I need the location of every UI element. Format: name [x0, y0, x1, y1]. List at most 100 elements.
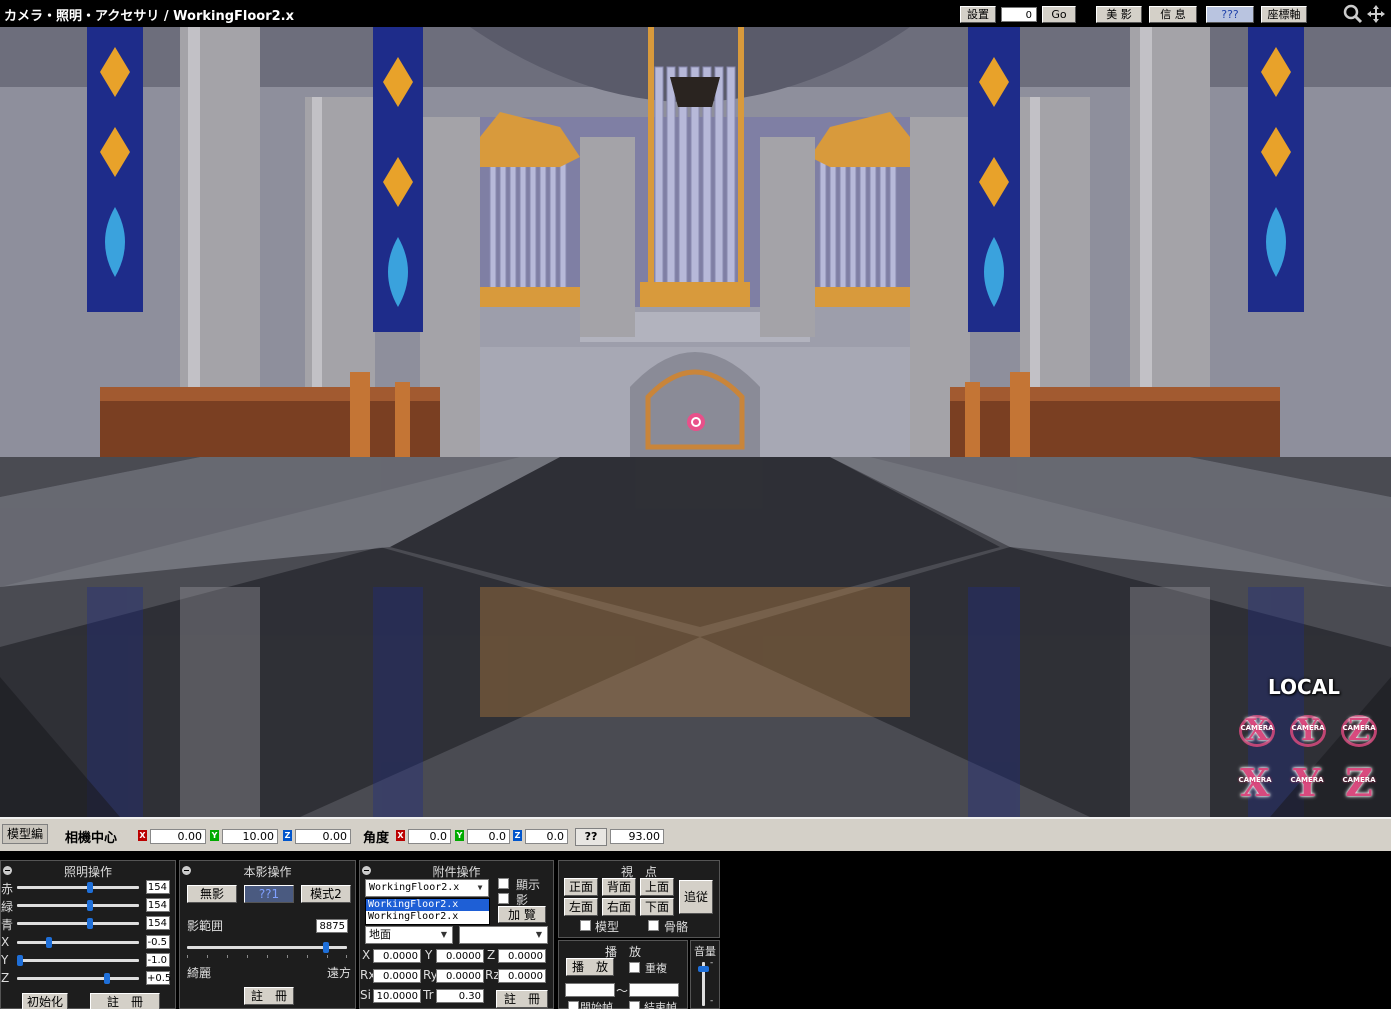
accessory-select[interactable]: WorkingFloor2.x ▼: [365, 879, 489, 897]
chevron-down-icon: ▼: [440, 930, 448, 939]
light-row-label: X: [1, 934, 10, 949]
center-z-input[interactable]: 0.00: [295, 829, 351, 844]
light-row-label: 青: [1, 918, 14, 933]
parent-select[interactable]: 地面 ▼: [365, 926, 453, 944]
x-axis-badge: X: [138, 830, 147, 841]
3d-viewport[interactable]: LOCAL X CAMERA Y CAMERA Z CAMERA X CAMER…: [0, 27, 1391, 817]
light-slider-thumb[interactable]: [86, 882, 93, 893]
light-value-input[interactable]: 154: [146, 916, 170, 931]
light-slider-thumb[interactable]: [46, 936, 52, 948]
camera-rotate-y-gizmo[interactable]: Y CAMERA: [1286, 711, 1330, 751]
play-button[interactable]: 播 放: [566, 958, 614, 976]
light-slider-track[interactable]: [17, 886, 139, 889]
light-value-input[interactable]: +0.5: [146, 971, 171, 985]
camera-rotate-z-gizmo[interactable]: Z CAMERA: [1337, 711, 1381, 751]
camera-rotate-x-gizmo[interactable]: X CAMERA: [1235, 711, 1279, 751]
fov-input[interactable]: 93.00: [610, 829, 664, 844]
light-slider-thumb[interactable]: [86, 918, 93, 930]
accessory-dropdown-list[interactable]: WorkingFloor2.x WorkingFloor2.x: [365, 898, 490, 925]
dropdown-option[interactable]: WorkingFloor2.x: [366, 899, 489, 911]
shadow-range-input[interactable]: 8875: [316, 919, 348, 933]
lighting-panel-title: 照明操作: [63, 865, 112, 879]
light-slider-thumb[interactable]: [86, 900, 93, 912]
follow-button[interactable]: 追従: [679, 880, 713, 914]
parent-bone-select[interactable]: ▼: [459, 926, 548, 944]
angle-x-input[interactable]: 0.0: [408, 829, 451, 844]
bone-view-label: 骨骼: [664, 920, 689, 934]
model-edit-mode-button[interactable]: 模型編: [2, 824, 48, 844]
light-slider-thumb[interactable]: [104, 973, 110, 984]
end-frame-checkbox[interactable]: [629, 1001, 640, 1009]
rot-x-input[interactable]: 0.0000: [373, 969, 421, 983]
repeat-label: 重複: [645, 962, 667, 975]
scale-input[interactable]: 10.0000: [373, 989, 421, 1003]
setup-button[interactable]: 設置: [960, 6, 996, 23]
pos-x-input[interactable]: 0.0000: [373, 949, 421, 963]
light-slider-thumb[interactable]: [17, 954, 23, 966]
model-view-checkbox[interactable]: [580, 920, 591, 931]
shadow-range-ticks: [187, 955, 347, 959]
no-shadow-button[interactable]: 無影: [187, 885, 237, 903]
pos-z-input[interactable]: 0.0000: [498, 949, 546, 963]
info-button[interactable]: 信 息: [1149, 6, 1197, 23]
volume-panel: 音量: [690, 940, 720, 1009]
cathedral-scene: [0, 27, 1391, 817]
view-back-button[interactable]: 背面: [602, 878, 636, 896]
shadow-register-button[interactable]: 註 冊: [244, 987, 294, 1005]
light-slider-track[interactable]: [17, 958, 139, 962]
shadow-mode2-button[interactable]: 模式2: [301, 885, 351, 903]
angle-z-input[interactable]: 0.0: [525, 829, 568, 844]
start-frame-input[interactable]: [565, 983, 615, 997]
accessory-register-button[interactable]: 註 冊: [496, 990, 548, 1008]
local-mode-label[interactable]: LOCAL: [1268, 675, 1340, 699]
center-y-input[interactable]: 10.00: [222, 829, 278, 844]
z-axis-badge: Z: [513, 830, 522, 841]
camera-move-x-gizmo[interactable]: X CAMERA: [1233, 763, 1277, 803]
angle-y-input[interactable]: 0.0: [467, 829, 510, 844]
dropdown-option[interactable]: WorkingFloor2.x: [366, 911, 489, 923]
zoom-icon[interactable]: [1343, 4, 1363, 24]
light-slider-track[interactable]: [17, 922, 139, 926]
shadow-mode1-button[interactable]: ??1: [244, 885, 294, 903]
repeat-checkbox[interactable]: [629, 962, 640, 973]
lighting-register-button[interactable]: 註 冊: [90, 993, 160, 1009]
pos-y-label: Y: [425, 948, 433, 962]
view-right-button[interactable]: 右面: [602, 898, 636, 916]
show-checkbox[interactable]: [498, 878, 509, 889]
setup-frame-input[interactable]: 0: [1001, 7, 1037, 22]
expand-arrows-icon[interactable]: [1366, 4, 1386, 24]
transparency-input[interactable]: 0.30: [436, 989, 484, 1003]
pos-y-input[interactable]: 0.0000: [436, 949, 484, 963]
light-slider-track[interactable]: [17, 977, 139, 980]
pos-z-label: Z: [487, 948, 496, 962]
go-button[interactable]: Go: [1042, 6, 1076, 23]
start-frame-checkbox[interactable]: [568, 1001, 579, 1009]
rot-y-input[interactable]: 0.0000: [436, 969, 484, 983]
axis-button[interactable]: 座標軸: [1261, 6, 1307, 23]
end-frame-input[interactable]: [629, 983, 679, 997]
unknown-toggle-button[interactable]: ???: [1206, 6, 1254, 23]
x-axis-badge: X: [396, 830, 405, 841]
view-front-button[interactable]: 正面: [564, 878, 598, 896]
view-bottom-button[interactable]: 下面: [640, 898, 674, 916]
light-value-input[interactable]: -1.0: [146, 952, 170, 967]
view-top-button[interactable]: 上面: [640, 878, 674, 896]
camera-move-z-gizmo[interactable]: Z CAMERA: [1337, 763, 1381, 803]
light-slider-track[interactable]: [17, 940, 139, 944]
bone-view-checkbox[interactable]: [648, 920, 659, 931]
rot-z-input[interactable]: 0.0000: [498, 969, 546, 983]
lighting-reset-button[interactable]: 初始化: [22, 993, 68, 1009]
add-accessory-button[interactable]: 加 覽: [498, 906, 546, 923]
light-value-input[interactable]: -0.5: [146, 934, 170, 949]
view-left-button[interactable]: 左面: [564, 898, 598, 916]
light-value-input[interactable]: 154: [146, 898, 170, 913]
shadow-range-thumb[interactable]: [322, 942, 329, 953]
fov-button[interactable]: ??: [575, 828, 607, 846]
light-slider-track[interactable]: [17, 904, 139, 908]
volume-thumb[interactable]: [698, 965, 709, 972]
light-value-input[interactable]: 154: [146, 880, 170, 894]
beauty-shadow-button[interactable]: 美 影: [1096, 6, 1142, 23]
center-x-input[interactable]: 0.00: [150, 829, 206, 844]
camera-move-y-gizmo[interactable]: Y CAMERA: [1285, 763, 1329, 803]
shadow-checkbox[interactable]: [498, 893, 509, 904]
